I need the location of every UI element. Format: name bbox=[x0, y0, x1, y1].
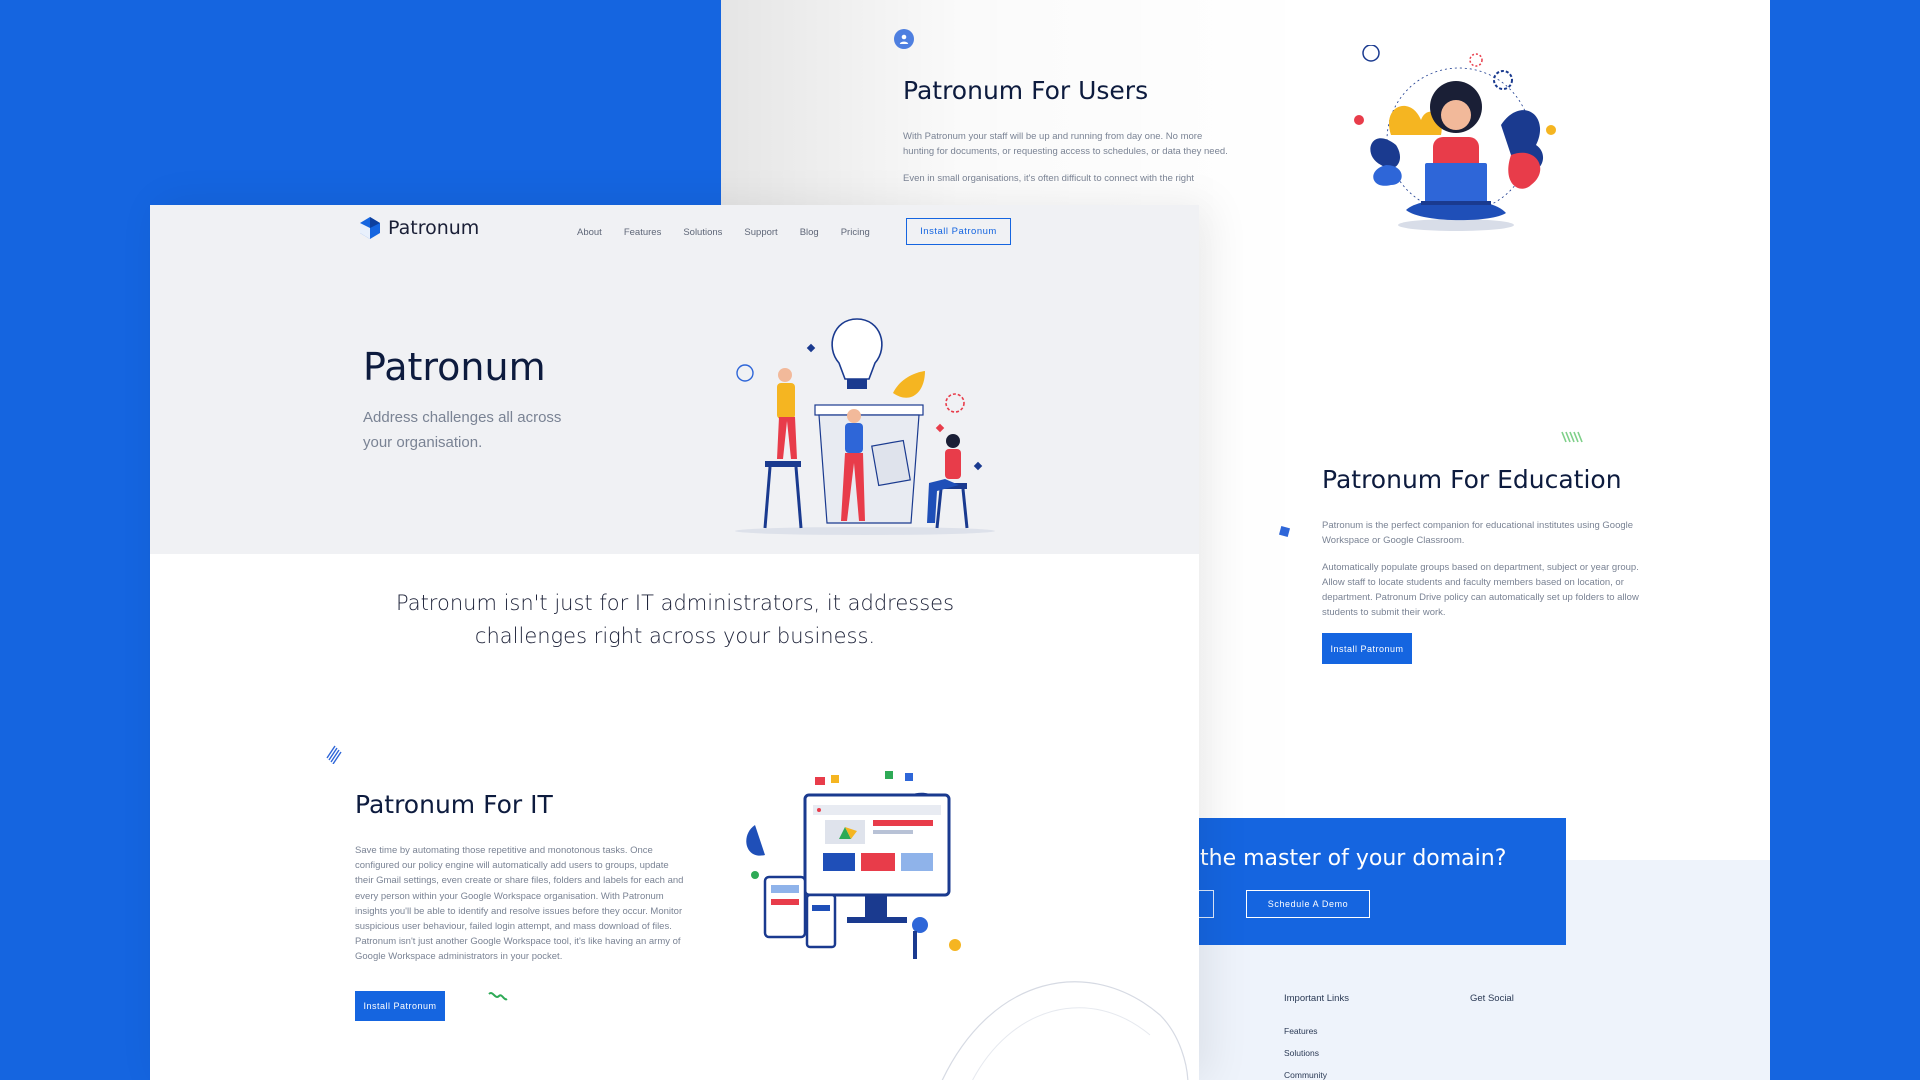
meditating-woman-illustration bbox=[1354, 45, 1556, 231]
hero-title: Patronum bbox=[363, 345, 546, 389]
footer-link-solutions[interactable]: Solutions bbox=[1284, 1048, 1349, 1058]
footer-social-heading: Get Social bbox=[1470, 993, 1514, 1004]
spring-deco-icon bbox=[326, 745, 342, 764]
cta-text: the master of your domain? bbox=[1200, 846, 1507, 871]
it-install-button[interactable]: Install Patronum bbox=[355, 991, 445, 1021]
hero-section: Patronum About Features Solutions Suppor… bbox=[150, 205, 1199, 554]
education-paragraph-2: Automatically populate groups based on d… bbox=[1322, 562, 1639, 618]
hero-subtitle: Address challenges all across your organ… bbox=[363, 409, 562, 451]
footer-link-features[interactable]: Features bbox=[1284, 1026, 1349, 1036]
tagline: Patronum isn't just for IT administrator… bbox=[395, 591, 955, 648]
nav-item-solutions[interactable]: Solutions bbox=[683, 227, 722, 238]
footer-link-community[interactable]: Community bbox=[1284, 1070, 1349, 1080]
nav-item-pricing[interactable]: Pricing bbox=[841, 227, 870, 238]
main-nav: About Features Solutions Support Blog Pr… bbox=[577, 227, 892, 238]
brand-name: Patronum bbox=[388, 217, 480, 239]
nav-item-blog[interactable]: Blog bbox=[800, 227, 819, 238]
team-lightbulb-illustration bbox=[735, 318, 995, 535]
footer-important-links: Important Links Features Solutions Commu… bbox=[1284, 993, 1349, 1080]
nav-item-features[interactable]: Features bbox=[624, 227, 662, 238]
schedule-demo-button[interactable]: Schedule A Demo bbox=[1246, 890, 1370, 918]
nav-item-support[interactable]: Support bbox=[744, 227, 777, 238]
users-paragraph-1: With Patronum your staff will be up and … bbox=[903, 131, 1228, 157]
education-section-text: Patronum is the perfect companion for ed… bbox=[1322, 518, 1652, 632]
cta-banner: the master of your domain? Schedule A De… bbox=[1170, 818, 1566, 945]
nav-item-about[interactable]: About bbox=[577, 227, 602, 238]
brand-logo[interactable]: Patronum bbox=[358, 216, 479, 240]
nav-install-button[interactable]: Install Patronum bbox=[906, 218, 1011, 245]
spring-deco-icon bbox=[1561, 431, 1583, 443]
user-icon bbox=[894, 29, 914, 49]
it-section-title: Patronum For IT bbox=[355, 790, 553, 819]
education-paragraph-1: Patronum is the perfect companion for ed… bbox=[1322, 520, 1634, 546]
decorative-curve bbox=[941, 981, 1189, 1080]
squiggle-deco-icon bbox=[488, 992, 508, 1001]
education-install-button[interactable]: Install Patronum bbox=[1322, 633, 1412, 664]
footer-social: Get Social bbox=[1470, 993, 1514, 1026]
it-section-text: Save time by automating those repetitive… bbox=[355, 845, 684, 963]
users-section-title: Patronum For Users bbox=[903, 76, 1149, 105]
users-section-text: With Patronum your staff will be up and … bbox=[903, 129, 1233, 198]
users-paragraph-2: Even in small organisations, it's often … bbox=[903, 173, 1195, 184]
front-page-preview: Patronum About Features Solutions Suppor… bbox=[150, 205, 1199, 1080]
education-section-title: Patronum For Education bbox=[1322, 465, 1622, 494]
patronum-logo-icon bbox=[360, 217, 380, 239]
footer-links-heading: Important Links bbox=[1284, 993, 1349, 1004]
